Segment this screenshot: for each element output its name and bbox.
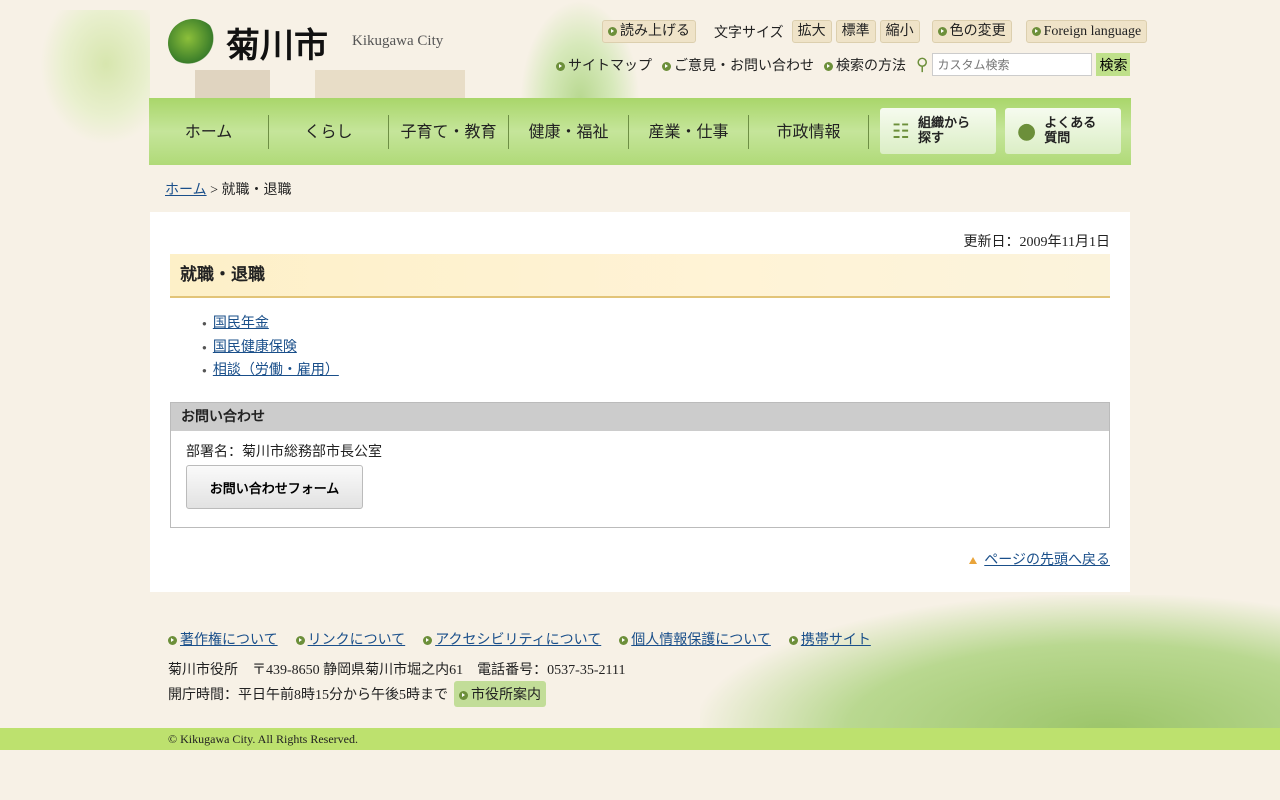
footer-links: 著作権について リンクについて アクセシビリティについて 個人情報保護について … [168,629,871,649]
footer-hours-row: 開庁時間：平日午前8時15分から午後5時まで 市役所案内 [168,681,546,707]
opinion-label: ご意見・お問い合わせ [674,58,814,74]
copyright: © Kikugawa City. All Rights Reserved. [0,728,1280,750]
footer-hours: 開庁時間：平日午前8時15分から午後5時まで [168,688,448,703]
font-large-button[interactable]: 拡大 [791,20,832,43]
arrow-icon [619,636,629,646]
back-to-top-link[interactable]: ページの先頭へ戻る [984,553,1110,568]
read-aloud-button[interactable]: 読み上げる [602,20,696,43]
search-icon: ⚲ [916,54,929,75]
link-pension[interactable]: 国民年金 [213,316,269,331]
hill-decoration [520,0,640,100]
arrow-icon [459,691,468,701]
search-howto-label: 検索の方法 [836,58,906,74]
arrow-icon [937,27,947,37]
logo-english: Kikugawa City [352,33,444,49]
nav-industry[interactable]: 産業・仕事 [629,114,749,149]
site-logo[interactable]: 菊川市 [168,18,328,67]
arrow-icon [662,61,671,71]
link-labor-consult[interactable]: 相談（労働・雇用） [213,363,339,378]
footer-link-links[interactable]: リンクについて [308,633,406,648]
search-input[interactable] [932,53,1093,76]
footer-hills-illustration [700,595,1280,730]
foreign-language-label: Foreign language [1043,24,1142,39]
breadcrumb-current: 就職・退職 [221,183,292,198]
sitemap-link[interactable]: サイトマップ [556,55,652,75]
list-item: 国民年金 [202,312,339,336]
utility-links: サイトマップ ご意見・お問い合わせ 検索の方法 ⚲ 検索 [556,53,1131,76]
logo-mark-icon [168,18,218,67]
footer-link-copyright[interactable]: 著作権について [180,633,278,648]
search-button[interactable]: 検索 [1096,53,1131,76]
nav-health[interactable]: 健康・福祉 [509,114,629,149]
nav-home[interactable]: ホーム [149,114,269,149]
main-nav: ホーム くらし 子育て・教育 健康・福祉 産業・仕事 市政情報 ☷ 組織から探す… [149,98,1131,165]
breadcrumb: ホーム > 就職・退職 [165,179,292,199]
list-item: 相談（労働・雇用） [202,359,339,383]
org-search-label: 組織から探す [917,116,970,146]
breadcrumb-home[interactable]: ホーム [165,183,207,198]
breadcrumb-separator: > [210,183,218,198]
arrow-icon [1031,27,1041,37]
arrow-icon [556,61,565,71]
footer-address: 菊川市役所 〒439-8650 静岡県菊川市堀之内61 電話番号：0537-35… [168,663,626,678]
footer-link-accessibility[interactable]: アクセシビリティについて [435,633,601,648]
arrow-icon [295,636,305,646]
town-illustration [195,70,495,100]
color-change-label: 色の変更 [949,24,1006,39]
department: 部署名：菊川市総務部市長公室 [186,445,382,460]
list-item: 国民健康保険 [202,336,339,360]
font-size-label: 文字サイズ [714,25,784,41]
faq-button[interactable]: ● よくある質問 [1005,108,1121,154]
arrow-icon [168,636,177,646]
read-aloud-label: 読み上げる [620,24,690,39]
font-small-button[interactable]: 縮小 [879,20,920,43]
nav-living[interactable]: くらし [269,114,389,149]
nav-childcare[interactable]: 子育て・教育 [389,114,509,149]
sitemap-label: サイトマップ [568,58,652,74]
opinion-link[interactable]: ご意見・お問い合わせ [662,55,814,75]
speech-bubble-icon: ● [1017,118,1037,144]
link-list: 国民年金 国民健康保険 相談（労働・雇用） [202,312,339,383]
up-triangle-icon [969,557,978,564]
utility-bar: 読み上げる 文字サイズ 拡大 標準 縮小 色の変更 Foreign langua… [602,20,1148,43]
org-chart-icon: ☷ [892,118,910,143]
link-health-insurance[interactable]: 国民健康保険 [213,340,297,355]
search-howto-link[interactable]: 検索の方法 [824,55,906,75]
color-change-button[interactable]: 色の変更 [931,20,1012,43]
arrow-icon [423,636,433,646]
main-content: 更新日：2009年11月1日 就職・退職 国民年金 国民健康保険 相談（労働・雇… [150,212,1130,592]
page-title: 就職・退職 [170,254,1110,298]
arrow-icon [608,27,617,37]
back-to-top: ページの先頭へ戻る [969,549,1110,569]
font-normal-button[interactable]: 標準 [835,20,876,43]
city-hall-guide-label: 市役所案内 [471,688,541,703]
city-hall-guide-button[interactable]: 市役所案内 [454,681,546,707]
org-search-button[interactable]: ☷ 組織から探す [880,108,996,154]
arrow-icon [824,61,833,71]
arrow-icon [788,636,798,646]
contact-heading: お問い合わせ [171,403,1109,431]
logo-text: 菊川市 [226,26,328,66]
leaf-decoration [40,10,150,145]
footer-link-mobile[interactable]: 携帯サイト [801,633,871,648]
contact-form-button[interactable]: お問い合わせフォーム [186,465,363,509]
updated-date: 更新日：2009年11月1日 [963,235,1110,250]
footer-link-privacy[interactable]: 個人情報保護について [631,633,771,648]
contact-box: お問い合わせ 部署名：菊川市総務部市長公室 お問い合わせフォーム [170,402,1110,528]
foreign-language-button[interactable]: Foreign language [1025,20,1148,43]
nav-city-info[interactable]: 市政情報 [749,114,869,149]
faq-label: よくある質問 [1044,116,1097,146]
